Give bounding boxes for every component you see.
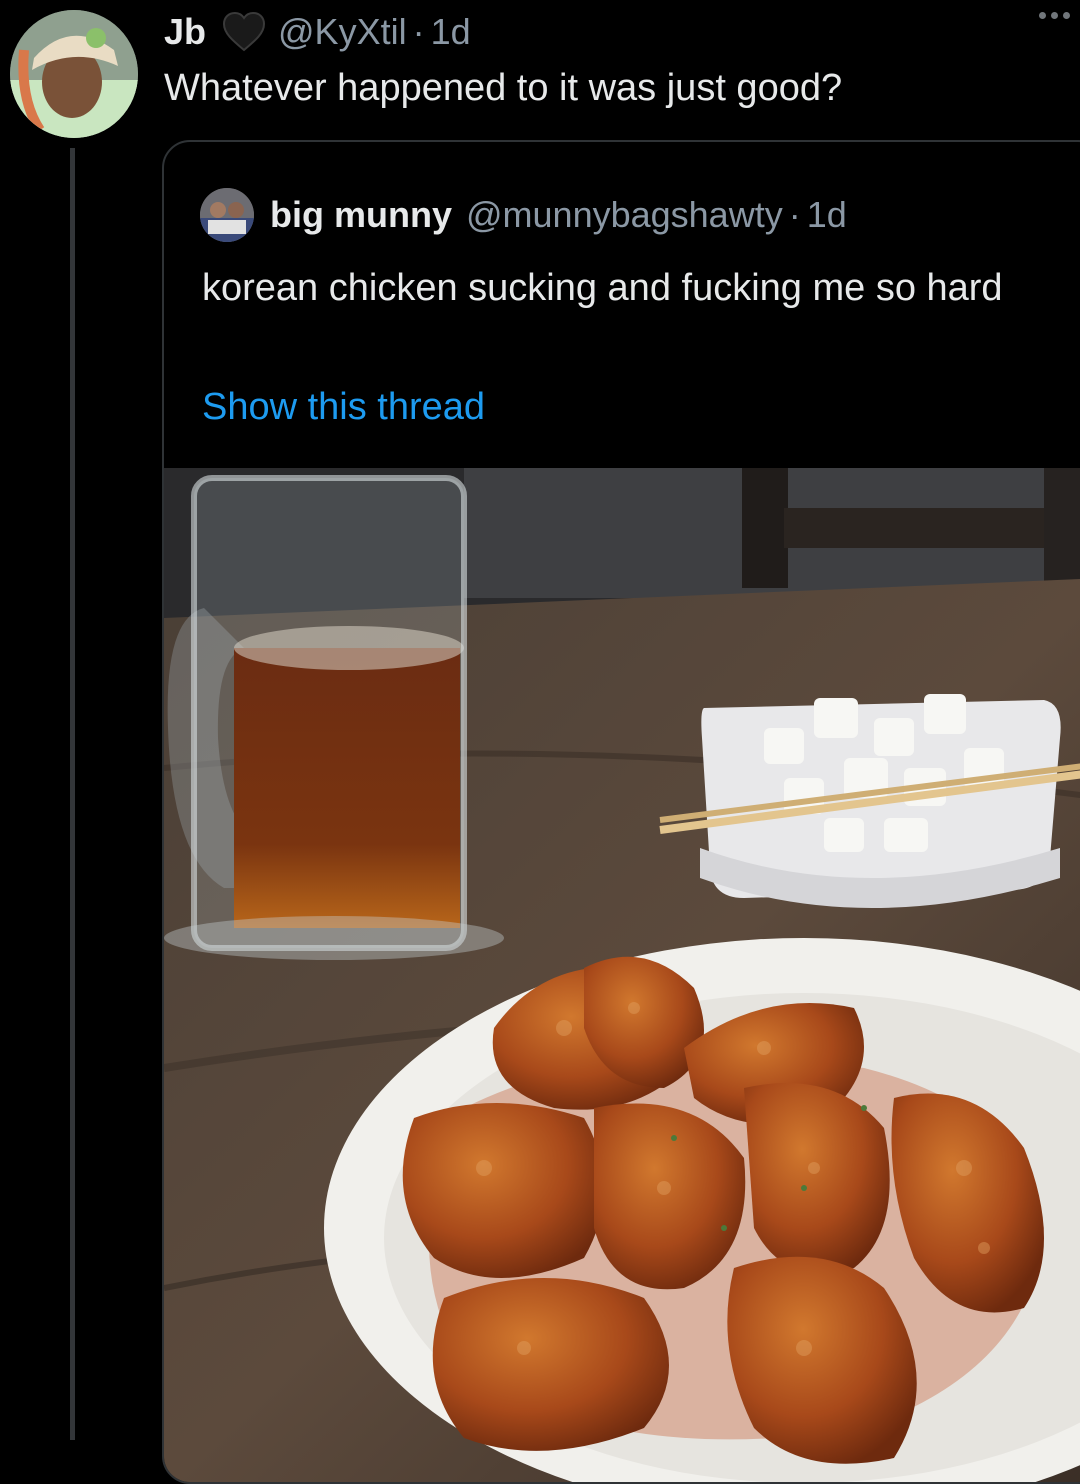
separator-dot: · xyxy=(412,11,425,52)
quoted-author-handle[interactable]: @munnybagshawty xyxy=(466,194,783,236)
avatar-photo-icon xyxy=(10,10,138,138)
quoted-tweet-card[interactable]: big munny @munnybagshawty · 1d korean ch… xyxy=(162,140,1080,1484)
attached-photo[interactable] xyxy=(164,468,1080,1482)
show-thread-link[interactable]: Show this thread xyxy=(202,386,485,429)
quoted-avatar-photo-icon xyxy=(200,188,254,242)
tweet-text: Whatever happened to it was just good? xyxy=(164,67,843,109)
thread-connector-line xyxy=(70,148,75,1440)
more-dots-icon[interactable] xyxy=(1039,12,1070,19)
quoted-separator-dot: · xyxy=(788,194,801,235)
food-photo-illustration xyxy=(164,468,1080,1482)
author-handle[interactable]: @KyXtil xyxy=(278,11,407,53)
author-name[interactable]: Jb xyxy=(164,11,206,53)
quoted-author-name[interactable]: big munny xyxy=(270,194,452,236)
black-heart-icon xyxy=(222,11,266,52)
tweet[interactable]: Jb @KyXtil · 1d Whatever happened to it … xyxy=(0,0,1080,1484)
author-avatar[interactable] xyxy=(10,10,138,138)
tweet-header: Jb @KyXtil · 1d xyxy=(164,8,471,56)
tweet-time[interactable]: 1d xyxy=(431,11,471,53)
quoted-tweet-header: big munny @munnybagshawty · 1d xyxy=(200,188,847,242)
quoted-tweet-time[interactable]: 1d xyxy=(807,194,847,236)
quoted-tweet-text: korean chicken sucking and fucking me so… xyxy=(202,267,1003,309)
quoted-author-avatar[interactable] xyxy=(200,188,254,242)
